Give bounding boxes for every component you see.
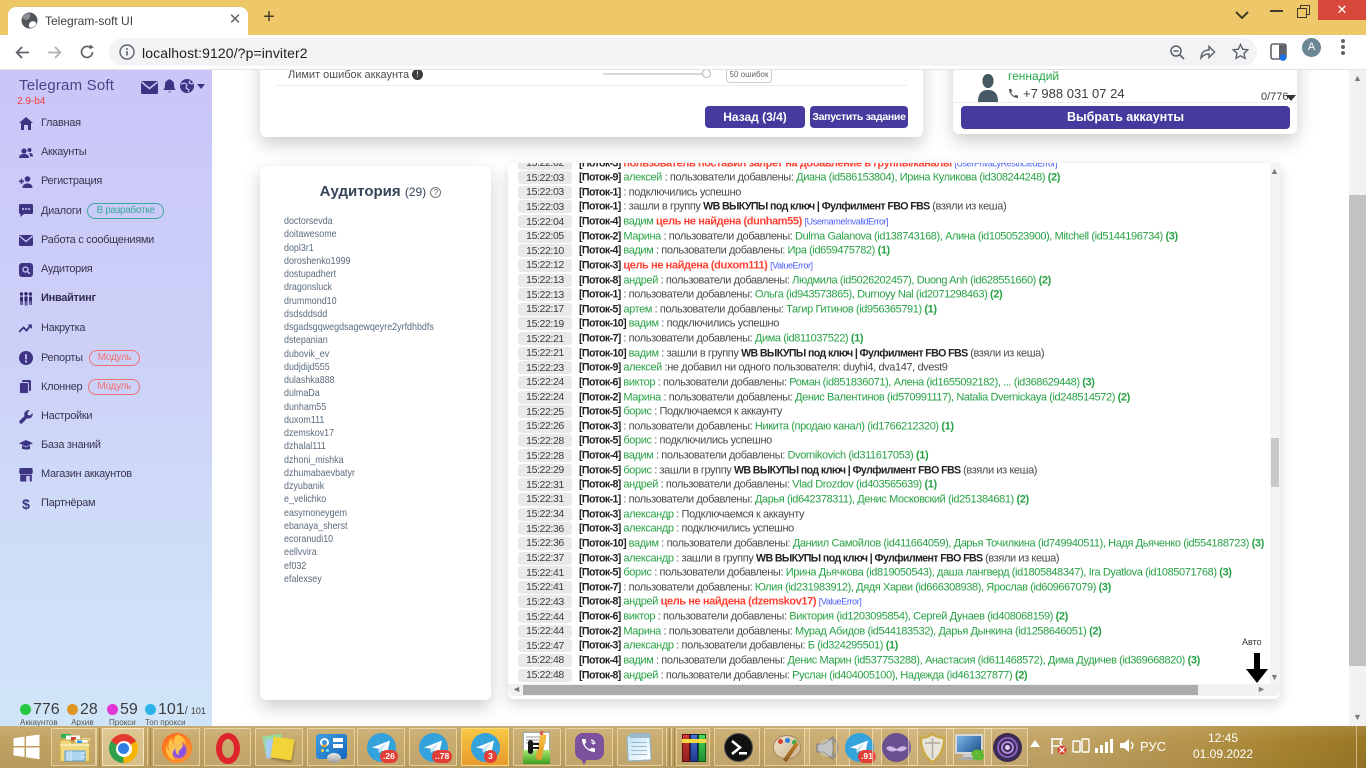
svg-text:$: $ <box>22 497 30 511</box>
